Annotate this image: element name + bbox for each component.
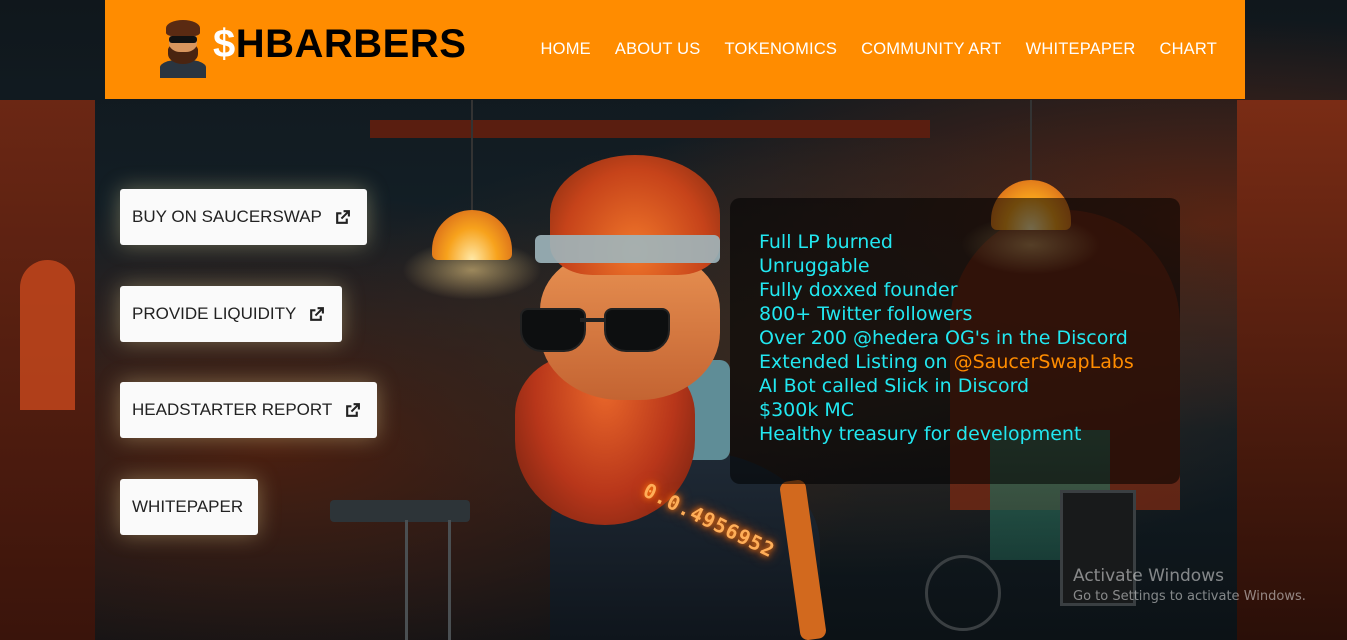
- buy-on-saucerswap-label: BUY ON SAUCERSWAP: [132, 207, 322, 226]
- nav-tokenomics[interactable]: TOKENOMICS: [725, 40, 838, 59]
- features-list: Full LP burned Unruggable Fully doxxed f…: [759, 230, 1180, 446]
- provide-liquidity-button[interactable]: PROVIDE LIQUIDITY: [120, 286, 342, 342]
- feature-item-text: Extended Listing on: [759, 351, 954, 373]
- features-panel: Full LP burned Unruggable Fully doxxed f…: [730, 198, 1180, 484]
- chair-decoration: [405, 520, 451, 640]
- nav-about-us[interactable]: ABOUT US: [615, 40, 701, 59]
- provide-liquidity-label: PROVIDE LIQUIDITY: [132, 304, 297, 323]
- whitepaper-label: WHITEPAPER: [132, 497, 244, 516]
- feature-item-extended-listing: Extended Listing on @SaucerSwapLabs: [759, 350, 1180, 374]
- logo-dollar: $: [213, 22, 236, 66]
- shelf-decoration: [370, 120, 930, 138]
- activate-windows-watermark: Activate Windows Go to Settings to activ…: [1073, 566, 1306, 604]
- feature-item: AI Bot called Slick in Discord: [759, 375, 1030, 397]
- external-link-icon: [308, 306, 325, 323]
- external-link-icon: [334, 209, 351, 226]
- nav-whitepaper[interactable]: WHITEPAPER: [1026, 40, 1136, 59]
- feature-item: Over 200 @hedera OG's in the Discord: [759, 327, 1128, 349]
- whitepaper-button[interactable]: WHITEPAPER: [120, 479, 258, 535]
- nav-chart[interactable]: CHART: [1159, 40, 1217, 59]
- feature-item: $300k MC: [759, 399, 855, 421]
- shaved-band-shape: [535, 235, 720, 263]
- lamp-cord-decoration: [1030, 100, 1032, 180]
- left-door-decoration: [20, 260, 75, 410]
- headstarter-report-button[interactable]: HEADSTARTER REPORT: [120, 382, 377, 438]
- site-header: $HBARBERS HOME ABOUT US TOKENOMICS COMMU…: [105, 0, 1245, 99]
- buy-on-saucerswap-button[interactable]: BUY ON SAUCERSWAP: [120, 189, 367, 245]
- nav-home[interactable]: HOME: [541, 40, 591, 59]
- logo-wordmark: HBARBERS: [235, 22, 467, 66]
- main-nav: HOME ABOUT US TOKENOMICS COMMUNITY ART W…: [541, 40, 1217, 59]
- feature-item: Full LP burned: [759, 231, 893, 253]
- sink-decoration: [330, 500, 470, 522]
- site-logo[interactable]: $HBARBERS: [213, 22, 466, 67]
- feature-item: Unruggable: [759, 255, 870, 277]
- sunglasses-icon: [520, 308, 670, 352]
- saucerswap-handle-link[interactable]: @SaucerSwapLabs: [954, 351, 1134, 373]
- logo-avatar-icon[interactable]: [160, 20, 206, 78]
- watermark-title: Activate Windows: [1073, 566, 1224, 586]
- feature-item: 800+ Twitter followers: [759, 303, 973, 325]
- headstarter-report-label: HEADSTARTER REPORT: [132, 400, 333, 419]
- feature-item: Fully doxxed founder: [759, 279, 958, 301]
- bicycle-wheel-decoration: [925, 555, 1001, 631]
- nav-community-art[interactable]: COMMUNITY ART: [861, 40, 1001, 59]
- lamp-cord-decoration: [471, 100, 473, 210]
- external-link-icon: [344, 402, 361, 419]
- watermark-subtitle: Go to Settings to activate Windows.: [1073, 589, 1306, 604]
- right-wall-decoration: [1237, 100, 1347, 640]
- feature-item: Healthy treasury for development: [759, 423, 1082, 445]
